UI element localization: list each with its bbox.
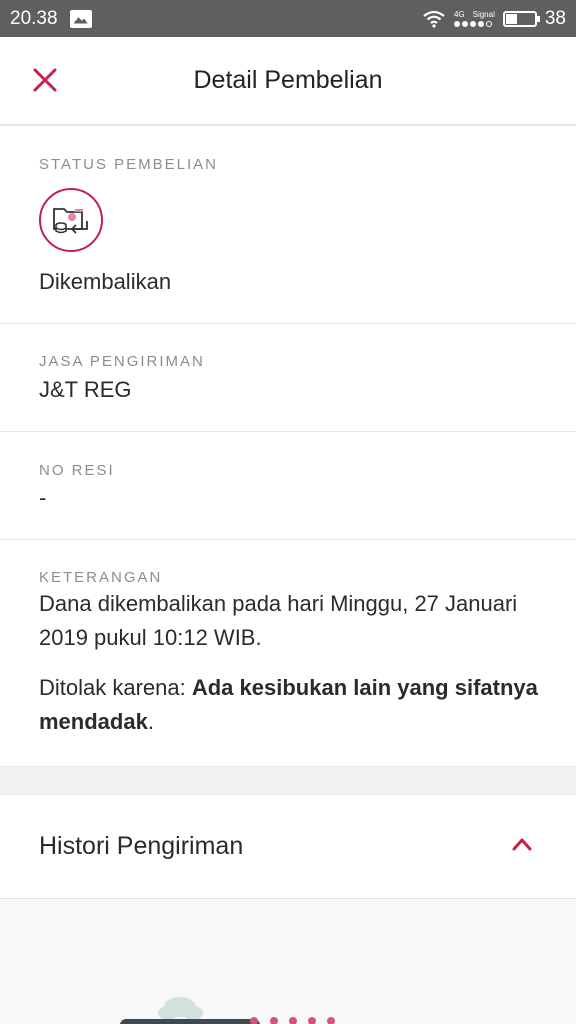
shipping-history-toggle[interactable]: Histori Pengiriman (0, 795, 576, 899)
courier-section: JASA PENGIRIMAN J&T REG (0, 324, 576, 432)
courier-value: J&T REG (39, 377, 132, 402)
history-illustration (0, 899, 576, 1024)
signal-indicator: 4G Signal (453, 9, 495, 27)
return-status-icon (39, 188, 103, 252)
history-title: Histori Pengiriman (39, 832, 244, 860)
reason-prefix: Ditolak karena: (39, 675, 192, 700)
section-divider (0, 767, 576, 795)
signal-label: Signal (472, 9, 495, 19)
status-section: STATUS PEMBELIAN Dikembalikan (0, 126, 576, 324)
status-time: 20.38 (10, 7, 58, 29)
network-type: 4G (453, 9, 465, 19)
courier-label: JASA PENGIRIMAN (39, 353, 205, 370)
refund-icon (53, 208, 88, 234)
wifi-icon (423, 10, 445, 28)
resi-value: - (39, 485, 47, 510)
status-bar: 20.38 4G Signal 38 (0, 0, 576, 37)
resi-label: NO RESI (39, 462, 115, 479)
image-notification-icon (69, 9, 92, 28)
delivery-illustration (120, 997, 335, 1024)
signal-dots (453, 20, 492, 27)
page-title: Detail Pembelian (193, 66, 383, 94)
keterangan-label: KETERANGAN (39, 569, 163, 586)
app-header: Detail Pembelian (0, 37, 576, 126)
status-value: Dikembalikan (39, 269, 172, 294)
chevron-up-icon[interactable] (512, 837, 532, 851)
resi-section: NO RESI - (0, 432, 576, 540)
close-button[interactable] (30, 65, 60, 95)
keterangan-section: KETERANGAN Dana dikembalikan pada hari M… (0, 540, 576, 767)
close-icon (33, 68, 57, 92)
battery-icon (502, 10, 540, 27)
refund-note: Dana dikembalikan pada hari Minggu, 27 J… (39, 591, 518, 650)
rejection-reason: Ditolak karena: Ada kesibukan lain yang … (39, 671, 576, 739)
status-label: STATUS PEMBELIAN (39, 156, 218, 173)
battery-level: 38 (544, 7, 566, 29)
reason-suffix: . (147, 709, 154, 734)
